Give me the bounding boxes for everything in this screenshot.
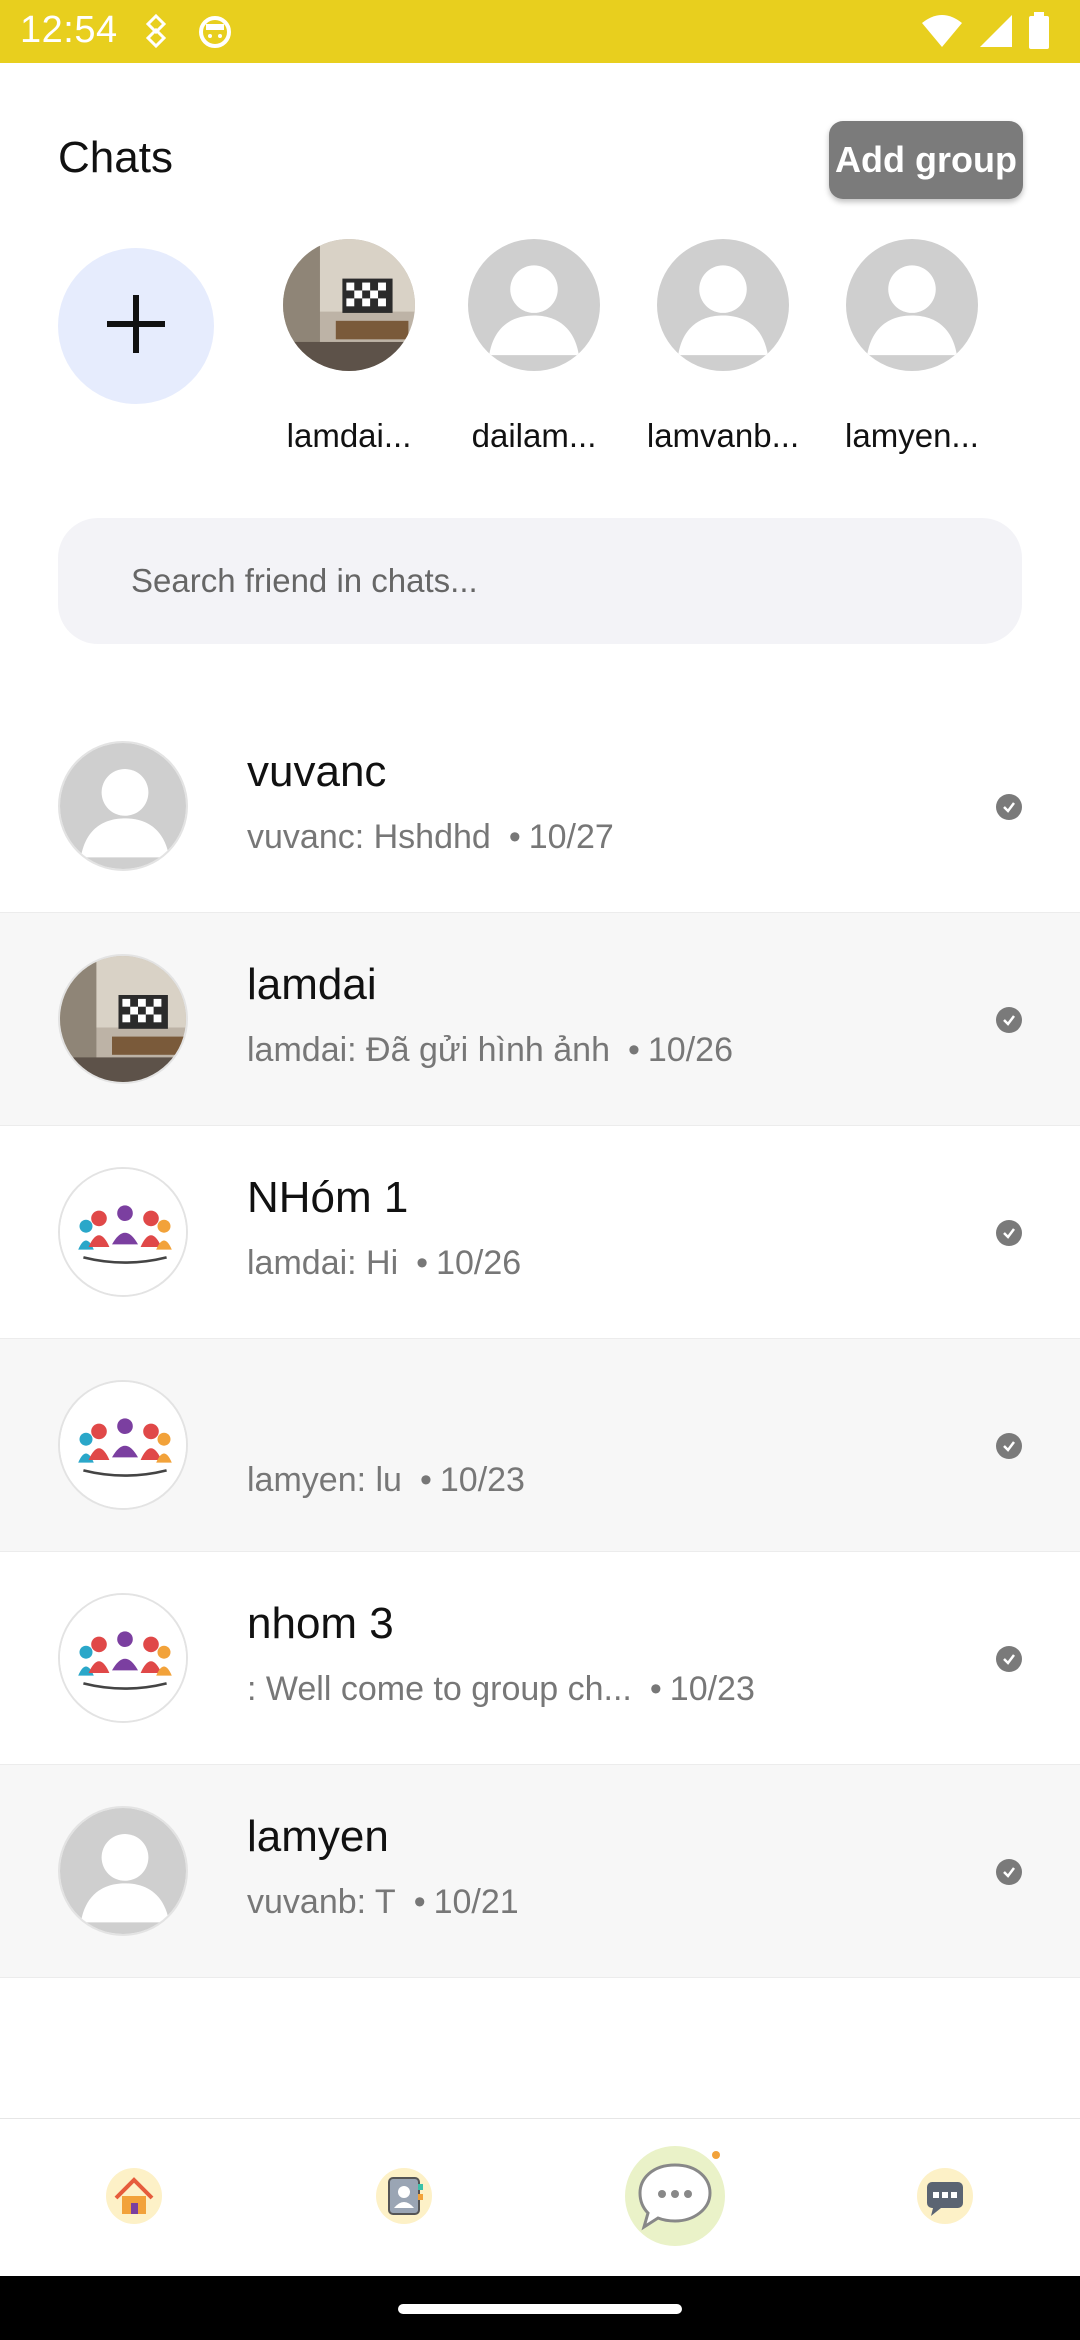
contacts-icon [372,2164,436,2233]
chat-row[interactable]: lamdai lamdai: Đã gửi hình ảnh • 10/26 [0,913,1080,1126]
chat-avatar [58,1167,188,1297]
chat-title: lamyen [247,1812,389,1861]
chat-preview: vuvanb: T • 10/21 [247,1883,519,1921]
story-name: lamdai... [286,417,412,454]
sync-icon [140,12,172,53]
chat-avatar [58,1593,188,1723]
chat-last-message: lamdai: Đã gửi hình ảnh [247,1031,610,1069]
read-check-icon [996,1859,1022,1885]
read-check-icon [996,1646,1022,1672]
bottom-nav [0,2118,1080,2276]
story-name: dailam... [471,417,597,454]
signal-icon [978,13,1014,54]
chat-row[interactable]: vuvanc vuvanc: Hshdhd • 10/27 [0,700,1080,913]
chat-avatar [58,954,188,1084]
story-item[interactable]: lamyen... [827,239,997,455]
chat-date: 10/26 [647,1031,733,1069]
chat-title: nhom 3 [247,1599,394,1648]
battery-icon [1028,12,1050,55]
chat-last-message: vuvanb: T [247,1883,396,1921]
story-avatar [846,239,978,371]
chat-title: NHóm 1 [247,1173,409,1222]
chat-avatar [58,741,188,871]
chat-date: 10/23 [439,1461,525,1499]
chat-avatar [58,1380,188,1510]
chat-list: vuvanc vuvanc: Hshdhd • 10/27 lamdai lamda… [0,700,1080,1978]
story-item[interactable]: dailam... [449,239,619,455]
chat-preview: : Well come to group ch... • 10/23 [247,1670,755,1708]
status-bar: 12:54 [0,0,1080,63]
nav-home[interactable] [64,2119,204,2277]
story-avatar [468,239,600,371]
chat-row[interactable]: lamyen vuvanb: T • 10/21 [0,1765,1080,1978]
read-check-icon [996,794,1022,820]
chat-row[interactable]: NHóm 1 lamdai: Hi • 10/26 [0,1126,1080,1339]
chat-last-message: : Well come to group ch... [247,1670,632,1708]
chat-last-message: vuvanc: Hshdhd [247,818,491,856]
read-check-icon [996,1220,1022,1246]
new-chat-button[interactable] [58,248,214,404]
chat-preview: lamdai: Hi • 10/26 [247,1244,522,1282]
chat-date: 10/23 [669,1670,755,1708]
chat-row[interactable]: lamyen: lu • 10/23 [0,1339,1080,1552]
gesture-bar [0,2276,1080,2340]
chat-preview: lamdai: Đã gửi hình ảnh • 10/26 [247,1031,733,1069]
read-check-icon [996,1007,1022,1033]
home-gesture-handle[interactable] [398,2304,682,2314]
chat-avatar [58,1806,188,1936]
plus-icon [101,289,171,364]
search-bar [58,518,1022,644]
chat-row[interactable]: nhom 3 : Well come to group ch... • 10/23 [0,1552,1080,1765]
chat-preview: lamyen: lu • 10/23 [247,1461,525,1499]
chat-icon [620,2141,730,2256]
app-icon [196,12,234,55]
search-input[interactable] [131,518,991,644]
add-group-button[interactable]: Add group [829,121,1023,199]
chat-title: vuvanc [247,747,387,796]
story-name: lamyen... [845,417,979,454]
chat-last-message: lamyen: lu [247,1461,402,1499]
read-check-icon [996,1433,1022,1459]
nav-contacts[interactable] [334,2119,474,2277]
chat-preview: vuvanc: Hshdhd • 10/27 [247,818,614,856]
chat-last-message: lamdai: Hi [247,1244,399,1282]
story-item[interactable]: lamvanb... [638,239,808,455]
story-name: lamvanb... [646,417,800,454]
status-time: 12:54 [20,9,118,51]
wifi-icon [920,13,964,54]
story-avatar [283,239,415,371]
chat-date: 10/21 [433,1883,519,1921]
chat-date: 10/27 [528,818,614,856]
nav-messages[interactable] [875,2119,1015,2277]
story-item[interactable]: lamdai... [264,239,434,455]
chat-date: 10/26 [436,1244,522,1282]
chat-title: lamdai [247,960,377,1009]
home-icon [102,2164,166,2233]
nav-chat[interactable] [605,2119,745,2277]
page-title: Chats [58,133,173,182]
story-avatar [657,239,789,371]
messages-icon [913,2164,977,2233]
